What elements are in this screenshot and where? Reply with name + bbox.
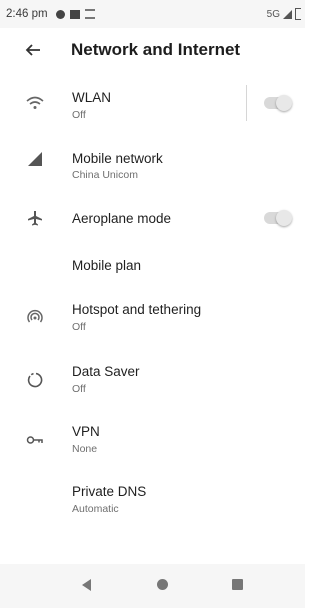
setting-title: Mobile network: [72, 151, 163, 166]
status-notification-icons: [55, 9, 95, 19]
setting-item-private-dns[interactable]: Private DNS Automatic: [0, 472, 305, 526]
hotspot-icon: [24, 307, 46, 329]
aeroplane-mode-toggle[interactable]: [264, 210, 292, 226]
wifi-icon: [24, 92, 46, 114]
notification-icon: [84, 9, 95, 19]
setting-title: WLAN: [72, 90, 112, 105]
setting-item-hotspot[interactable]: Hotspot and tethering Off: [0, 290, 305, 346]
data-saver-icon: [24, 369, 46, 391]
notification-icon: [69, 9, 80, 19]
signal-icon: [24, 148, 46, 170]
status-time: 2:46 pm: [6, 8, 48, 20]
setting-title: VPN: [72, 424, 100, 439]
airplane-icon: [24, 207, 46, 229]
setting-subtitle: Automatic: [72, 503, 119, 515]
setting-subtitle: None: [72, 443, 98, 455]
setting-subtitle: China Unicom: [72, 169, 138, 181]
app-bar: Network and Internet: [0, 28, 305, 72]
wlan-toggle[interactable]: [264, 95, 292, 111]
setting-item-aeroplane-mode[interactable]: Aeroplane mode: [0, 194, 305, 242]
setting-item-data-saver[interactable]: Data Saver Off: [0, 352, 305, 406]
setting-item-wlan[interactable]: WLAN Off: [0, 76, 305, 130]
setting-title: Aeroplane mode: [72, 211, 172, 226]
toggle-knob: [276, 95, 292, 111]
navigation-bar: [0, 564, 305, 608]
setting-subtitle: Off: [72, 383, 86, 395]
signal-strength-icon: [283, 9, 292, 19]
setting-item-mobile-network[interactable]: Mobile network China Unicom: [0, 133, 305, 187]
setting-item-vpn[interactable]: VPN None: [0, 412, 305, 466]
toggle-knob: [276, 210, 292, 226]
setting-title: Private DNS: [72, 484, 147, 499]
notification-icon: [55, 9, 65, 19]
setting-subtitle: Off: [72, 109, 86, 121]
nav-home-icon[interactable]: [157, 579, 168, 590]
setting-subtitle: Off: [72, 321, 86, 333]
vertical-divider: [246, 85, 247, 121]
setting-title: Hotspot and tethering: [72, 302, 202, 317]
arrow-left-icon[interactable]: [15, 32, 51, 68]
nav-recents-icon[interactable]: [232, 579, 243, 590]
setting-item-mobile-plan[interactable]: Mobile plan: [0, 246, 305, 284]
battery-icon: [295, 8, 301, 20]
setting-title: Data Saver: [72, 364, 140, 379]
arrow-left-icon-glyph: [25, 44, 40, 56]
network-type: 5G: [266, 8, 280, 20]
setting-title: Mobile plan: [72, 258, 142, 273]
page-title: Network and Internet: [71, 40, 241, 59]
nav-back-icon[interactable]: [82, 579, 91, 591]
status-right: 5G: [267, 0, 301, 28]
status-bar: 2:46 pm 5G: [0, 0, 305, 28]
key-icon: [24, 429, 46, 451]
